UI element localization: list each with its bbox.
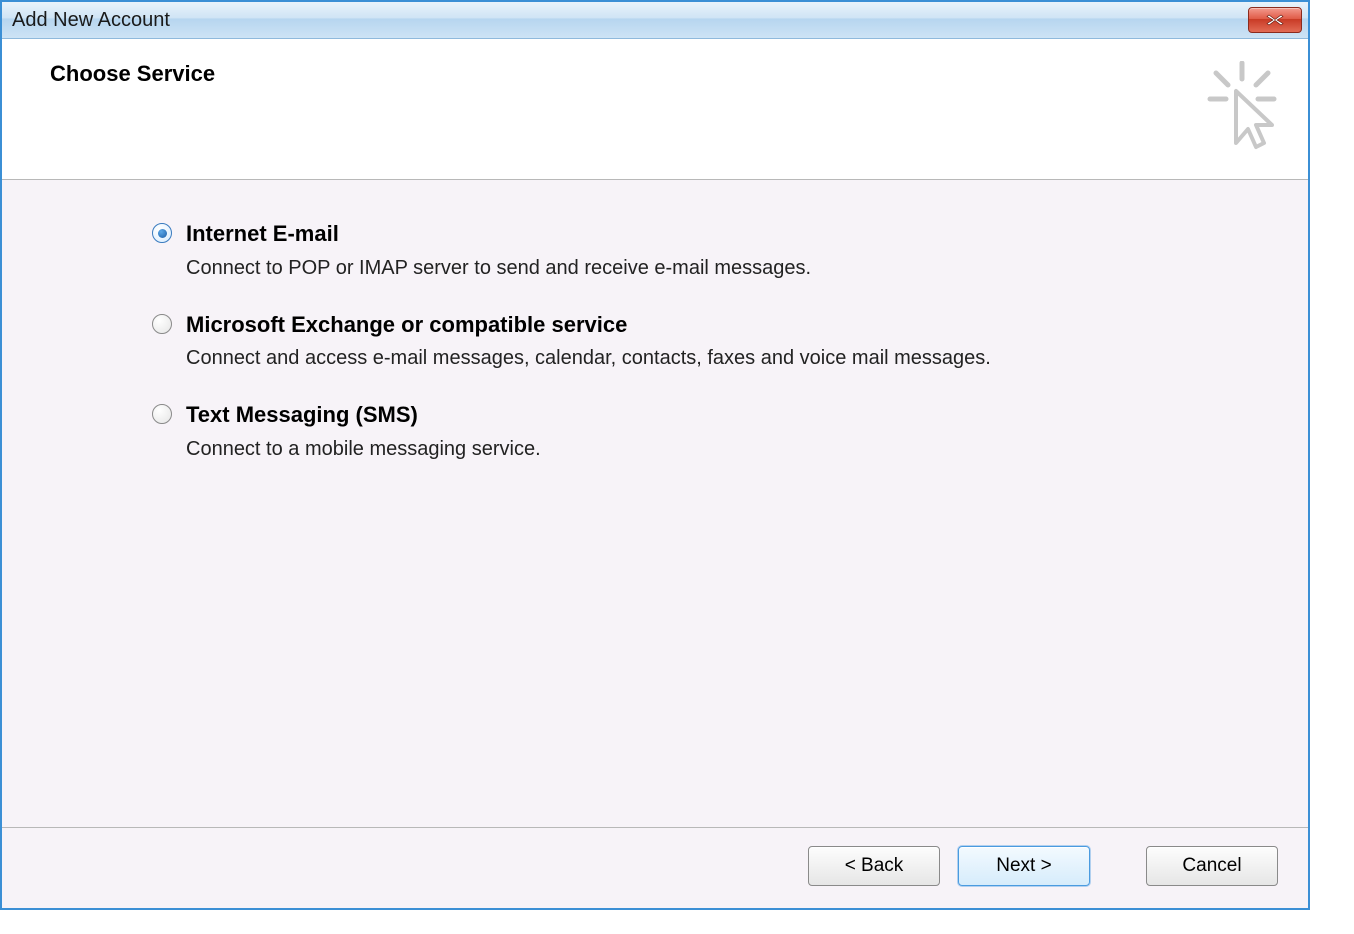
option-description: Connect to a mobile messaging service. <box>186 436 541 462</box>
wizard-content: Internet E-mail Connect to POP or IMAP s… <box>2 180 1308 827</box>
option-text: Text Messaging (SMS) Connect to a mobile… <box>186 401 541 462</box>
window-title: Add New Account <box>12 9 170 32</box>
page-title: Choose Service <box>50 61 215 87</box>
cancel-button[interactable]: Cancel <box>1146 846 1278 886</box>
option-internet-email[interactable]: Internet E-mail Connect to POP or IMAP s… <box>152 220 1268 281</box>
option-title: Microsoft Exchange or compatible service <box>186 311 991 340</box>
option-sms[interactable]: Text Messaging (SMS) Connect to a mobile… <box>152 401 1268 462</box>
option-exchange[interactable]: Microsoft Exchange or compatible service… <box>152 311 1268 372</box>
option-text: Internet E-mail Connect to POP or IMAP s… <box>186 220 811 281</box>
option-description: Connect to POP or IMAP server to send an… <box>186 255 811 281</box>
cursor-click-icon <box>1206 61 1278 153</box>
add-new-account-window: Add New Account Choose Service <box>0 0 1310 910</box>
option-title: Internet E-mail <box>186 220 811 249</box>
radio-exchange[interactable] <box>152 314 172 334</box>
spacer <box>1108 846 1128 886</box>
wizard-footer: < Back Next > Cancel <box>2 827 1308 908</box>
close-icon <box>1266 14 1284 26</box>
radio-internet-email[interactable] <box>152 223 172 243</box>
back-button[interactable]: < Back <box>808 846 940 886</box>
close-button[interactable] <box>1248 7 1302 33</box>
option-description: Connect and access e-mail messages, cale… <box>186 345 991 371</box>
option-title: Text Messaging (SMS) <box>186 401 541 430</box>
next-button[interactable]: Next > <box>958 846 1090 886</box>
radio-sms[interactable] <box>152 404 172 424</box>
wizard-header: Choose Service <box>2 39 1308 180</box>
titlebar: Add New Account <box>2 2 1308 39</box>
option-text: Microsoft Exchange or compatible service… <box>186 311 991 372</box>
